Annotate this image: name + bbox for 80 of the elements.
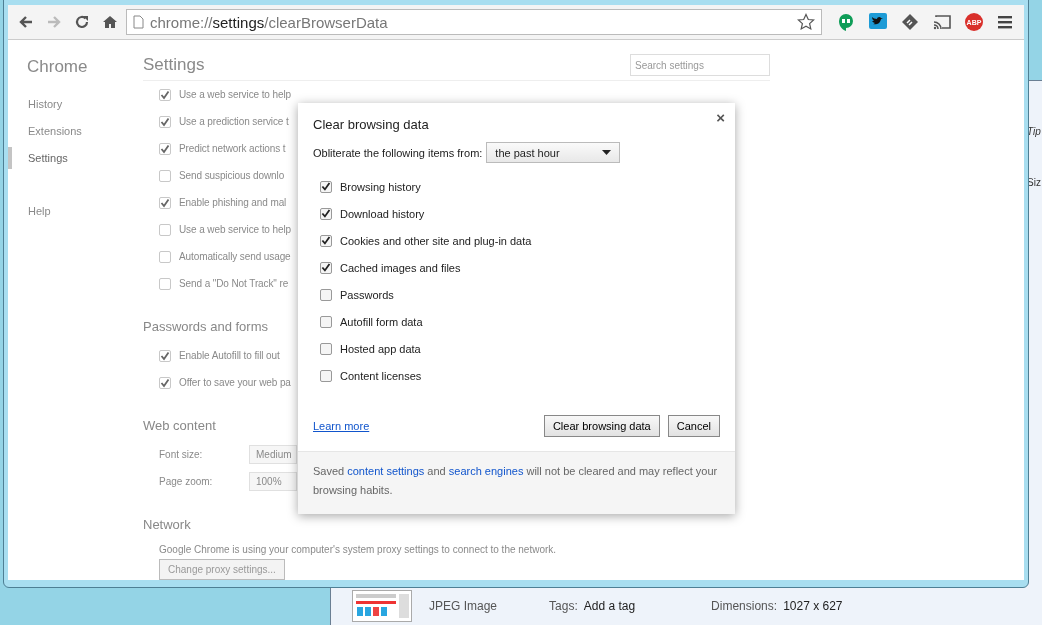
pane-label: Tip xyxy=(1027,126,1042,137)
sidebar-item[interactable]: Settings xyxy=(8,147,143,169)
dropdown[interactable]: Medium xyxy=(249,445,297,464)
checkbox[interactable] xyxy=(320,369,332,382)
settings-link[interactable]: search engines xyxy=(448,465,524,477)
option-label: Cached images and files xyxy=(340,261,461,274)
file-type: JPEG Image xyxy=(429,599,498,613)
left-arrow-icon xyxy=(18,14,34,30)
cancel-button[interactable]: Cancel xyxy=(667,415,720,437)
quote-bubble-icon[interactable] xyxy=(837,13,855,31)
checkbox[interactable] xyxy=(320,234,332,247)
reload-icon xyxy=(74,14,90,30)
setting-description: Google Chrome is using your computer's system proxy settings to connect to the network. xyxy=(159,544,557,555)
page-icon xyxy=(133,15,144,29)
caret-icon xyxy=(602,150,612,155)
checkbox[interactable] xyxy=(159,223,171,236)
section-heading: Network xyxy=(143,517,191,532)
right-arrow-icon xyxy=(46,14,62,30)
range-label: Obliterate the following items from: xyxy=(313,146,483,159)
checkbox[interactable] xyxy=(320,261,332,274)
setting-label: Enable Autofill to fill out xyxy=(179,350,280,361)
time-range-dropdown[interactable]: the past hour xyxy=(486,142,621,163)
sidebar-title: Chrome xyxy=(26,57,89,77)
address-bar[interactable]: chrome://settings/clearBrowserData xyxy=(126,9,822,35)
section-heading: Web content xyxy=(143,418,216,433)
setting-label: Page zoom: xyxy=(159,476,211,487)
checkbox[interactable] xyxy=(320,207,332,220)
option-label: Passwords xyxy=(340,288,394,301)
checkbox[interactable] xyxy=(159,115,171,128)
settings-link[interactable]: content settings xyxy=(347,465,425,477)
search-field[interactable]: Search settings xyxy=(630,54,770,76)
bookmark-star-icon[interactable] xyxy=(797,13,815,31)
diamond-icon[interactable] xyxy=(901,13,919,31)
setting-label: Automatically send usage xyxy=(179,251,291,262)
menu-icon[interactable] xyxy=(998,15,1012,29)
home-icon xyxy=(102,14,118,30)
cast-icon[interactable] xyxy=(933,14,951,30)
setting-label: Use a prediction service t xyxy=(179,116,289,127)
sidebar-item[interactable]: Help xyxy=(8,200,143,222)
option-label: Cookies and other site and plug-in data xyxy=(340,234,532,247)
page-title: Settings xyxy=(143,55,205,75)
checkbox[interactable] xyxy=(159,250,171,263)
setting-label: Send a "Do Not Track" re xyxy=(179,278,289,289)
checkbox[interactable] xyxy=(159,349,171,362)
option-label: Download history xyxy=(340,207,425,220)
option-label: Content licenses xyxy=(340,369,422,382)
checkbox[interactable] xyxy=(320,288,332,301)
dimensions-label: Dimensions: xyxy=(711,599,778,613)
dialog-title: Clear browsing data xyxy=(313,117,429,132)
setting-label: Predict network actions t xyxy=(179,143,286,154)
section-heading: Passwords and forms xyxy=(143,319,268,334)
sidebar-item[interactable]: History xyxy=(8,93,143,115)
checkbox[interactable] xyxy=(159,142,171,155)
dropdown[interactable]: 100% xyxy=(249,472,297,491)
checkbox[interactable] xyxy=(320,342,332,355)
checkbox[interactable] xyxy=(320,315,332,328)
learn-more-link[interactable]: Learn more xyxy=(313,420,370,432)
checkbox[interactable] xyxy=(320,180,332,193)
option-label: Autofill form data xyxy=(340,315,423,328)
footer-note: Saved content settings and search engines will not be cleared and may reflect your browsing habits. xyxy=(313,464,719,498)
checkbox[interactable] xyxy=(159,196,171,209)
sidebar-item[interactable]: Extensions xyxy=(8,120,143,142)
option-label: Browsing history xyxy=(340,180,421,193)
clear-data-button[interactable]: Clear browsing data xyxy=(543,415,660,437)
setting-label: Enable phishing and mal xyxy=(179,197,287,208)
setting-label: Offer to save your web pa xyxy=(179,377,291,388)
checkbox[interactable] xyxy=(159,277,171,290)
option-label: Hosted app data xyxy=(340,342,421,355)
setting-label: Font size: xyxy=(159,449,204,460)
tags-label: Tags: xyxy=(549,599,578,613)
setting-label: Use a web service to help xyxy=(179,89,291,100)
setting-label: Use a web service to help xyxy=(179,224,291,235)
dimensions-value: 1027 x 627 xyxy=(783,599,843,613)
setting-label: Send suspicious downlo xyxy=(179,170,285,181)
checkbox[interactable] xyxy=(159,169,171,182)
checkbox[interactable] xyxy=(159,88,171,101)
tags-field[interactable]: Add a tag xyxy=(583,599,636,613)
close-button[interactable]: × xyxy=(714,109,727,126)
bird-icon[interactable] xyxy=(869,13,887,31)
checkbox[interactable] xyxy=(159,376,171,389)
